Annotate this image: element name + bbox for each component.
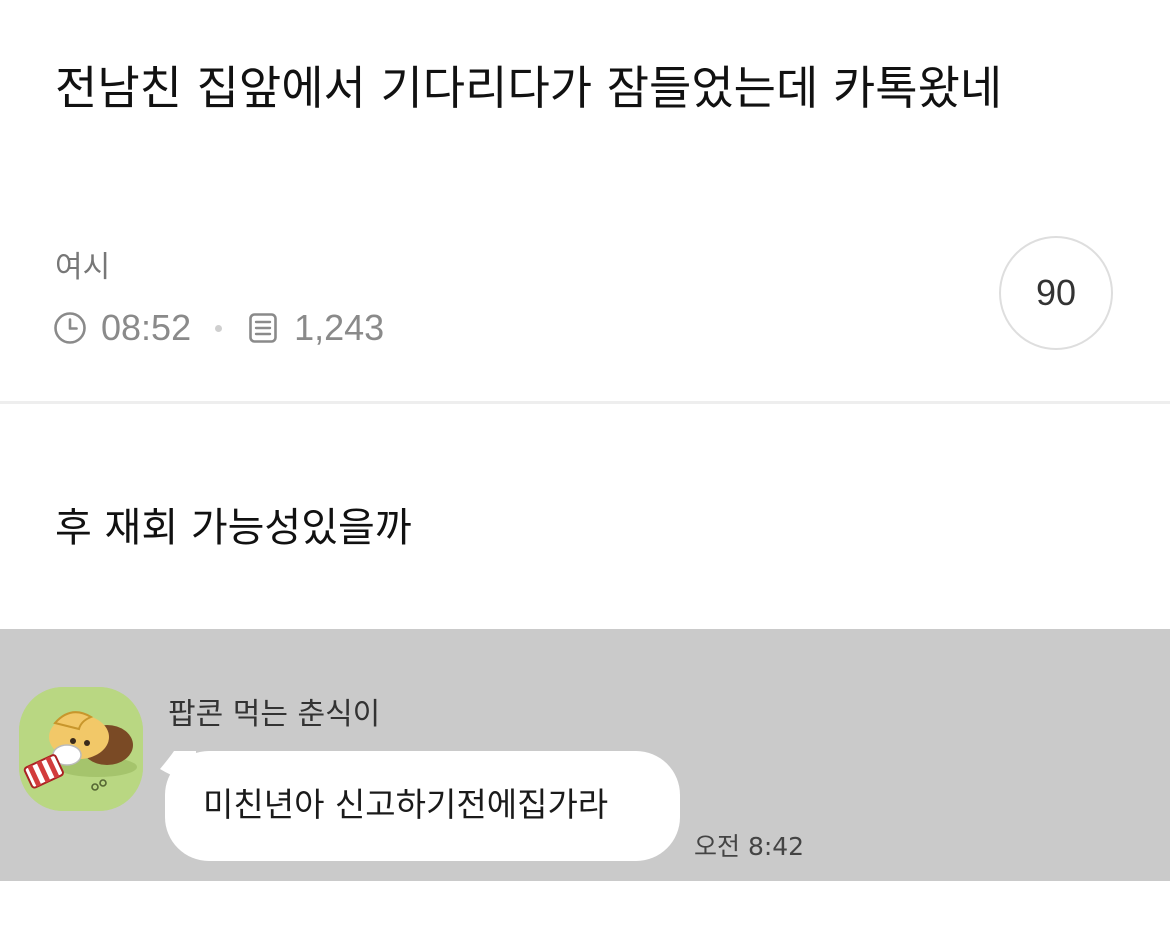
post-title: 전남친 집앞에서 기다리다가 잠들었는데 카톡왔네 [55,61,1003,115]
post-meta: 08:52 1,243 [53,304,384,352]
post-body-text: 후 재회 가능성있을까 [55,505,412,551]
meta-separator [215,324,223,332]
avatar [19,687,143,811]
chat-screenshot: 팝콘 먹는 춘식이 미친년아 신고하기전에집가라 오전 8:42 [0,629,1170,881]
comment-count-button[interactable]: 90 [999,236,1113,350]
post-views: 1,243 [294,307,385,348]
divider [0,401,1170,404]
author-name[interactable]: 여시 [55,246,110,290]
chat-message-time: 오전 8:42 [694,832,805,861]
chat-message-text: 미친년아 신고하기전에집가라 [203,785,609,824]
clock-icon [53,311,87,345]
post-header: 전남친 집앞에서 기다리다가 잠들었는데 카톡왔네 여시 08:52 1,243… [0,0,1170,402]
chat-sender-name: 팝콘 먹는 춘식이 [168,697,381,732]
chat-message-bubble: 미친년아 신고하기전에집가라 [165,751,680,861]
document-icon [246,311,280,345]
post-time: 08:52 [101,307,192,348]
